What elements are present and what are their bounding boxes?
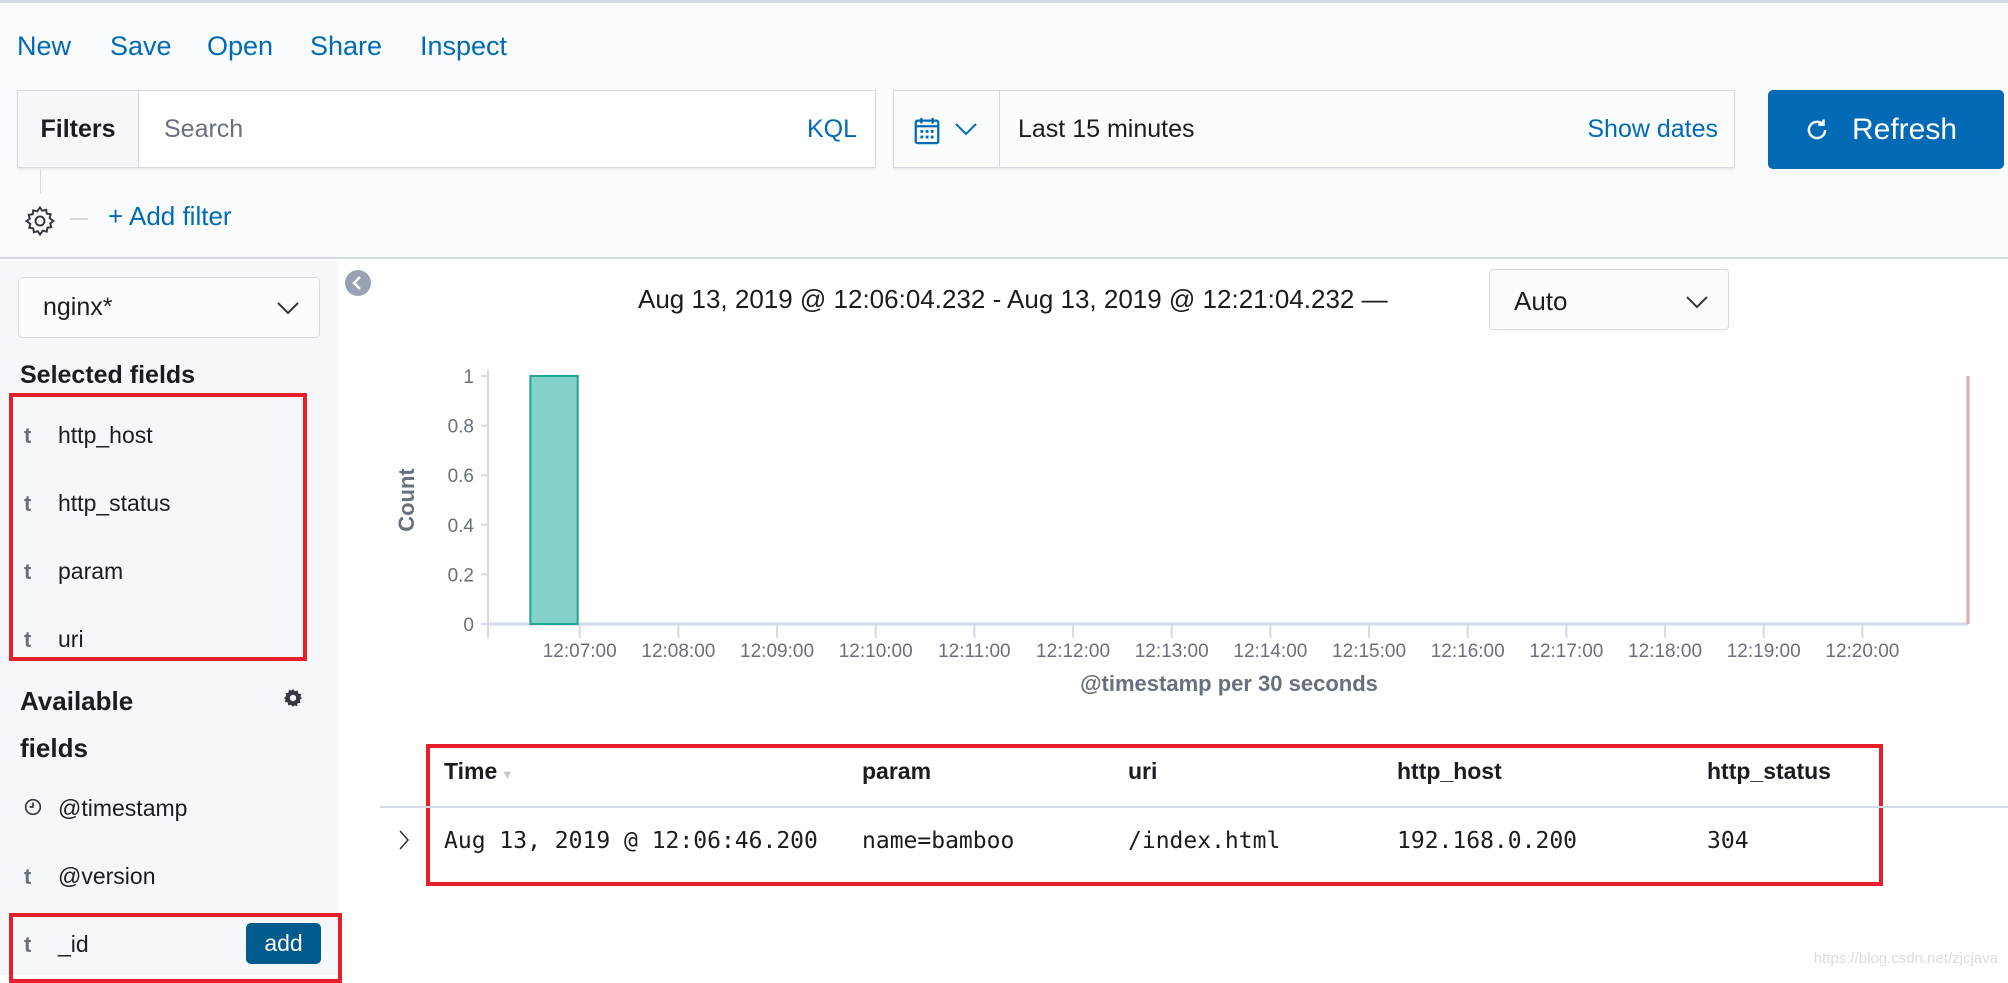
cell-param: name=bamboo <box>862 828 1015 854</box>
x-tick-label: 12:16:00 <box>1431 641 1505 662</box>
y-tick-label: 0.8 <box>448 417 474 438</box>
cell-uri: /index.html <box>1128 828 1281 854</box>
x-tick-label: 12:12:00 <box>1036 641 1110 662</box>
column-header-time[interactable]: Time ▼ <box>444 758 514 785</box>
histogram-bar <box>529 375 579 625</box>
chevron-right-icon[interactable] <box>396 828 412 852</box>
x-tick-label: 12:08:00 <box>641 641 715 662</box>
x-tick-label: 12:20:00 <box>1825 641 1899 662</box>
x-tick-label: 12:07:00 <box>543 641 617 662</box>
x-tick-label: 12:13:00 <box>1135 641 1209 662</box>
sort-down-icon[interactable]: ▼ <box>497 767 514 782</box>
y-tick-label: 1 <box>463 367 474 388</box>
column-header-param[interactable]: param <box>862 758 931 785</box>
x-tick-label: 12:18:00 <box>1628 641 1702 662</box>
column-label: Time <box>444 758 498 784</box>
y-tick-label: 0.2 <box>448 565 474 586</box>
column-header-uri[interactable]: uri <box>1128 758 1157 785</box>
y-tick-label: 0.6 <box>448 466 474 487</box>
x-tick-label: 12:19:00 <box>1727 641 1801 662</box>
cell-time: Aug 13, 2019 @ 12:06:46.200 <box>444 828 818 854</box>
y-tick-label: 0 <box>463 615 474 636</box>
y-axis-label: Count <box>394 468 419 532</box>
watermark: https://blog.csdn.net/zjcjava <box>1813 950 1998 967</box>
x-tick-label: 12:09:00 <box>740 641 814 662</box>
y-tick-label: 0.4 <box>448 516 475 537</box>
x-tick-label: 12:14:00 <box>1233 641 1307 662</box>
cell-http-host: 192.168.0.200 <box>1397 828 1578 854</box>
x-axis-label: @timestamp per 30 seconds <box>1080 671 1378 696</box>
x-tick-label: 12:11:00 <box>938 641 1011 662</box>
x-tick-label: 12:10:00 <box>839 641 913 662</box>
x-tick-label: 12:17:00 <box>1529 641 1603 662</box>
column-header-http-status[interactable]: http_status <box>1707 758 1831 785</box>
cell-http-status: 304 <box>1707 828 1749 854</box>
table-divider <box>380 806 2008 808</box>
x-tick-label: 12:15:00 <box>1332 641 1406 662</box>
column-header-http-host[interactable]: http_host <box>1397 758 1502 785</box>
